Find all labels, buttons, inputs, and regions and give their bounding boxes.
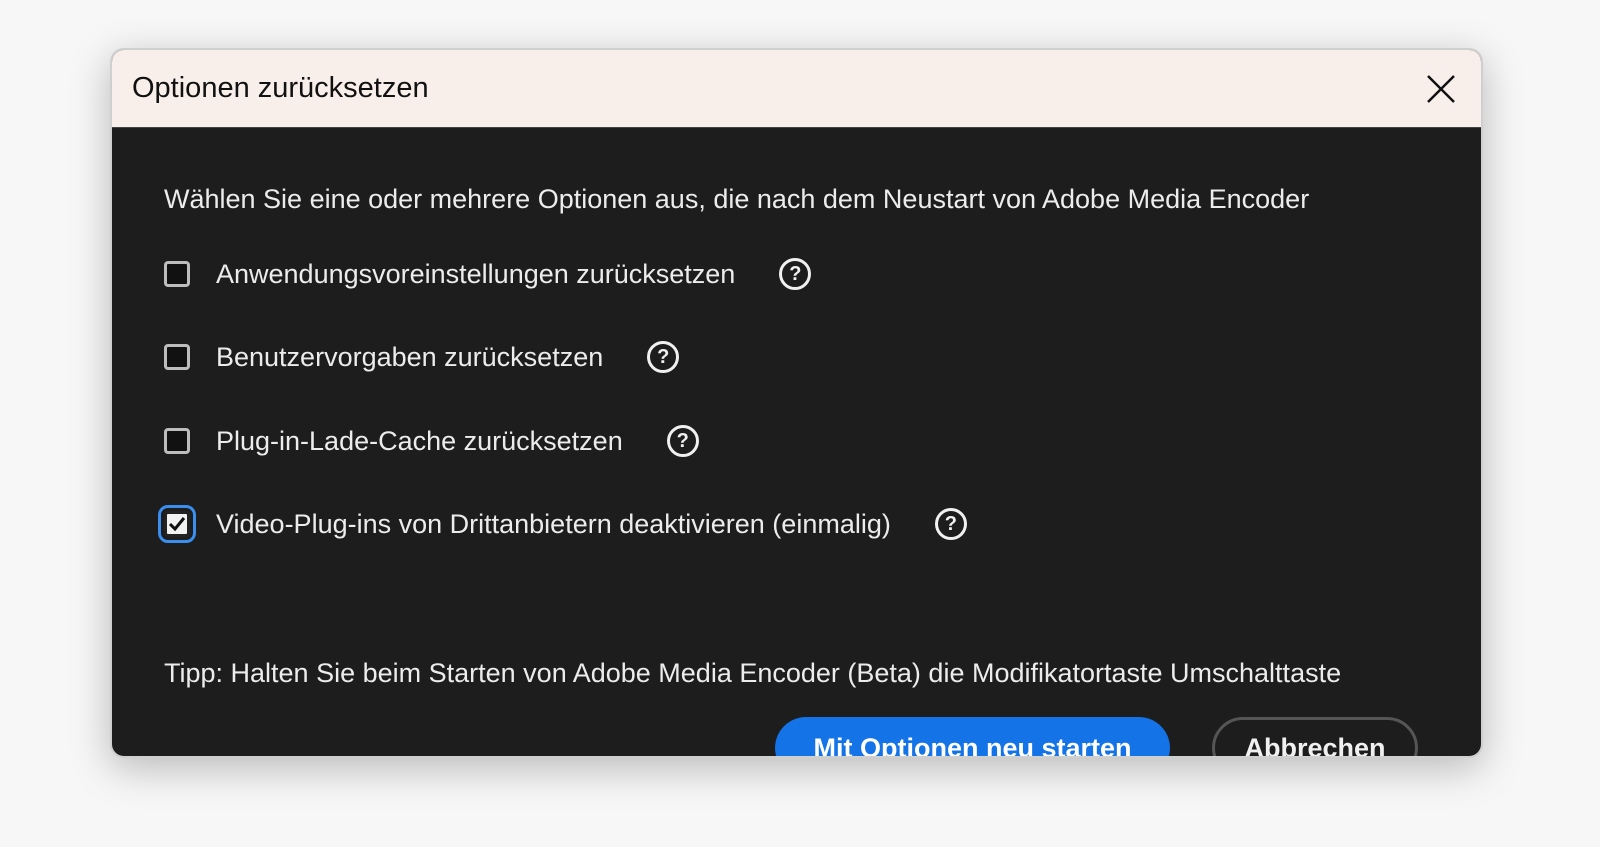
help-icon[interactable]: ? bbox=[647, 341, 680, 373]
checkbox[interactable] bbox=[164, 261, 190, 287]
option-disable-third-party-plugins[interactable]: Video-Plug-ins von Drittanbietern deakti… bbox=[158, 505, 967, 543]
option-reset-app-preferences[interactable]: Anwendungsvoreinstellungen zurücksetzen … bbox=[164, 258, 812, 290]
option-label: Plug-in-Lade-Cache zurücksetzen bbox=[216, 425, 623, 456]
option-label: Benutzervorgaben zurücksetzen bbox=[216, 341, 604, 372]
help-icon[interactable]: ? bbox=[666, 425, 699, 457]
option-label: Anwendungsvoreinstellungen zurücksetzen bbox=[216, 258, 736, 289]
checkbox-checked[interactable] bbox=[158, 505, 196, 543]
cancel-button[interactable]: Abbrechen bbox=[1212, 717, 1418, 756]
help-icon[interactable]: ? bbox=[934, 508, 967, 540]
reset-options-dialog: Optionen zurücksetzen Wählen Sie eine od… bbox=[110, 48, 1483, 758]
close-icon bbox=[1427, 74, 1455, 103]
dialog-title: Optionen zurücksetzen bbox=[132, 72, 429, 104]
dialog-titlebar: Optionen zurücksetzen bbox=[112, 50, 1481, 128]
option-label: Video-Plug-ins von Drittanbietern deakti… bbox=[216, 508, 891, 539]
checkbox[interactable] bbox=[164, 344, 190, 370]
close-button[interactable] bbox=[1421, 69, 1461, 109]
checkbox[interactable] bbox=[164, 428, 190, 454]
checkmark-icon bbox=[168, 517, 186, 532]
tip-text: Tipp: Halten Sie beim Starten von Adobe … bbox=[164, 658, 1342, 688]
option-reset-plugin-cache[interactable]: Plug-in-Lade-Cache zurücksetzen ? bbox=[164, 425, 699, 457]
restart-with-options-button[interactable]: Mit Optionen neu starten bbox=[775, 717, 1170, 756]
help-icon[interactable]: ? bbox=[779, 258, 812, 290]
dialog-description: Wählen Sie eine oder mehrere Optionen au… bbox=[164, 184, 1310, 214]
option-reset-user-presets[interactable]: Benutzervorgaben zurücksetzen ? bbox=[164, 341, 680, 373]
